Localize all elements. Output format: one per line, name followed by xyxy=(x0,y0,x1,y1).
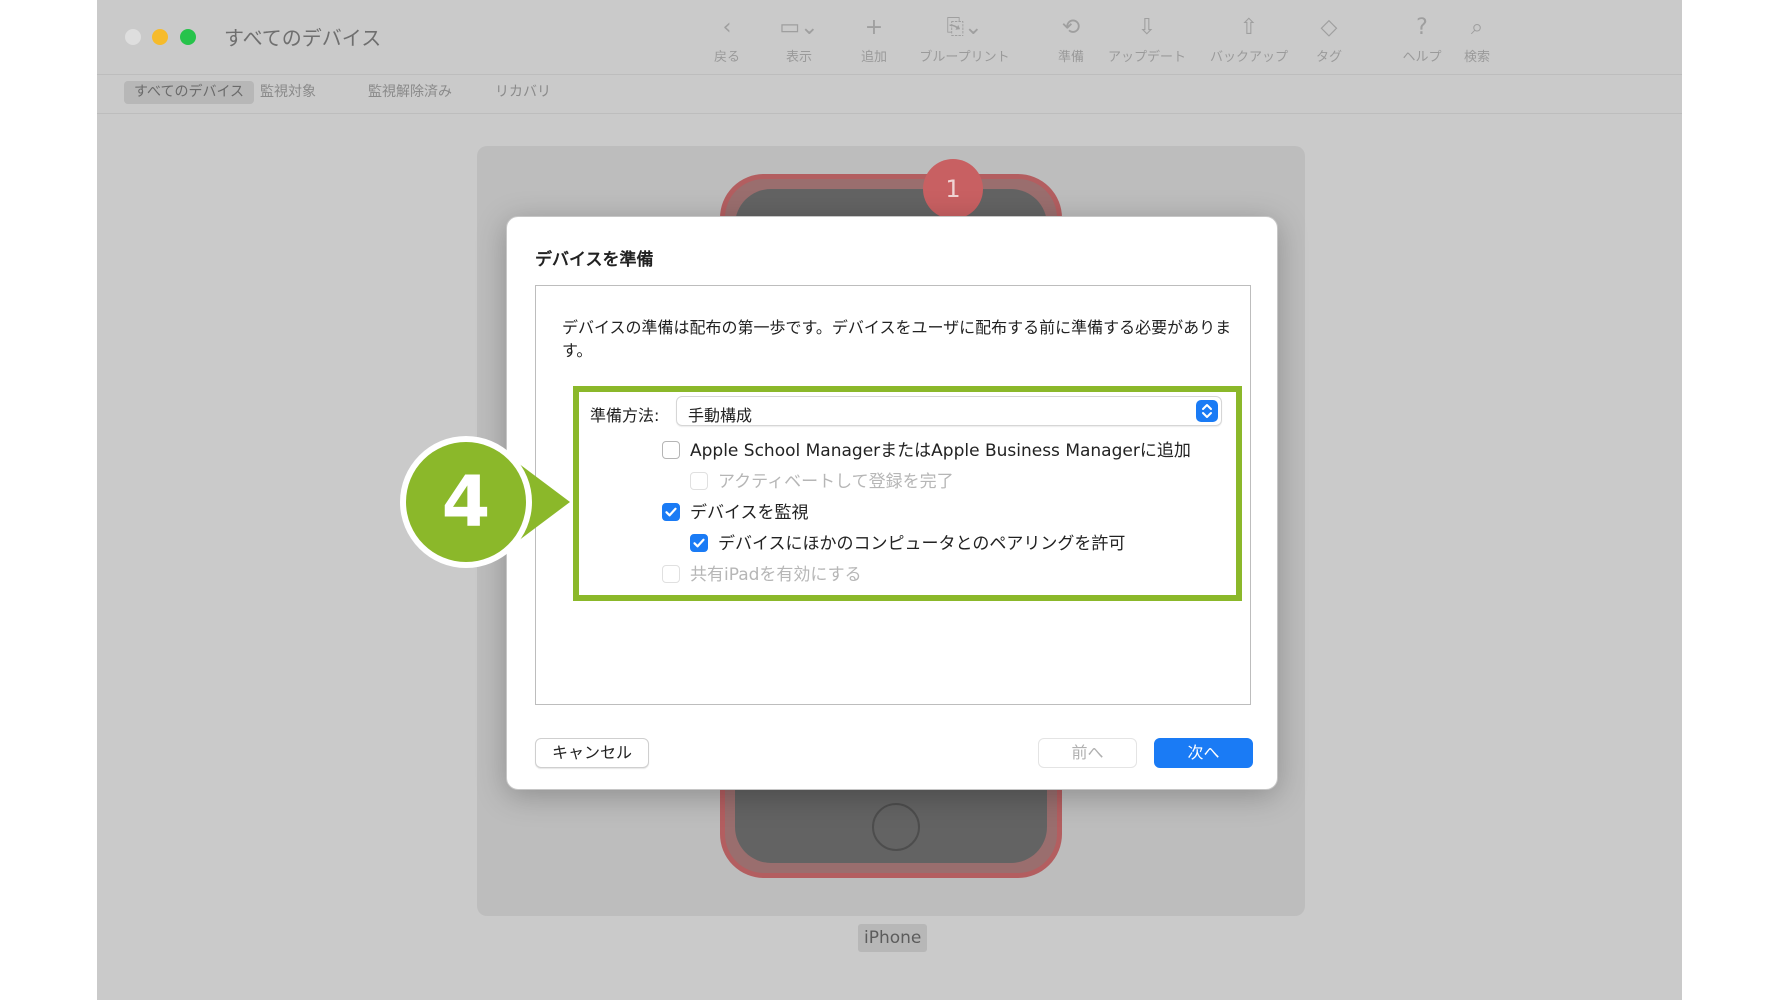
scope-recovery[interactable]: リカバリ xyxy=(485,81,561,104)
close-window-button[interactable] xyxy=(125,29,141,45)
cancel-button[interactable]: キャンセル xyxy=(535,738,649,768)
dialog-content-panel: デバイスの準備は配布の第一歩です。デバイスをユーザに配布する前に準備する必要があ… xyxy=(535,285,1251,705)
device-name-label: iPhone xyxy=(858,924,928,952)
view-icon: ▭⌄ xyxy=(779,15,819,40)
blueprint-icon: ⎘⌄ xyxy=(946,15,983,40)
checkbox xyxy=(662,565,680,583)
toolbar-update-button[interactable]: ⇩ アップデート xyxy=(1102,14,1192,65)
plus-icon: + xyxy=(864,15,884,40)
checkbox-checked[interactable] xyxy=(662,503,680,521)
checkbox xyxy=(690,472,708,490)
checkbox-checked[interactable] xyxy=(690,534,708,552)
prepare-method-label: 準備方法: xyxy=(590,406,660,425)
zoom-window-button[interactable] xyxy=(180,29,196,45)
scope-supervised[interactable]: 監視対象 xyxy=(250,81,326,104)
prepare-icon: ⟲ xyxy=(1061,15,1081,40)
dialog-title: デバイスを準備 xyxy=(535,250,654,270)
previous-button[interactable]: 前へ xyxy=(1038,738,1137,768)
toolbar-blueprint-button[interactable]: ⎘⌄ ブループリント xyxy=(907,14,1022,65)
scope-unsupervised[interactable]: 監視解除済み xyxy=(358,81,462,104)
up-down-chevron-icon xyxy=(1196,400,1218,422)
title-bar: すべてのデバイス ‹ 戻る ▭⌄ 表示 + 追加 ⎘⌄ ブループリント ⟲ 準備… xyxy=(97,0,1682,75)
update-icon: ⇩ xyxy=(1137,15,1157,40)
toolbar-search-button[interactable]: ⌕ 検索 xyxy=(1457,14,1497,65)
step-callout: 4 xyxy=(396,432,570,572)
search-icon: ⌕ xyxy=(1470,15,1484,40)
toolbar-help-button[interactable]: ? ヘルプ xyxy=(1397,14,1447,65)
next-button[interactable]: 次へ xyxy=(1154,738,1253,768)
toolbar-back-button[interactable]: ‹ 戻る xyxy=(707,14,747,65)
chevron-left-icon: ‹ xyxy=(722,15,732,40)
notification-badge: 1 xyxy=(923,159,983,219)
dialog-description: デバイスの準備は配布の第一歩です。デバイスをユーザに配布する前に準備する必要があ… xyxy=(562,318,1232,360)
prepare-method-value: 手動構成 xyxy=(688,406,753,425)
toolbar-prepare-button[interactable]: ⟲ 準備 xyxy=(1051,14,1091,65)
help-icon: ? xyxy=(1416,15,1428,40)
home-button-icon xyxy=(872,803,920,851)
checkbox[interactable] xyxy=(662,441,680,459)
scope-bar: すべてのデバイス 監視対象 監視解除済み リカバリ xyxy=(97,75,1682,114)
backup-icon: ⇧ xyxy=(1239,15,1259,40)
toolbar-tag-button[interactable]: ◇ タグ xyxy=(1309,14,1349,65)
tag-icon: ◇ xyxy=(1320,15,1338,40)
step-number: 4 xyxy=(441,461,491,543)
minimize-window-button[interactable] xyxy=(152,29,168,45)
scope-all-devices[interactable]: すべてのデバイス xyxy=(124,81,255,104)
toolbar-backup-button[interactable]: ⇧ バックアップ xyxy=(1204,14,1294,65)
window-title: すべてのデバイス xyxy=(224,26,382,50)
toolbar-view-button[interactable]: ▭⌄ 表示 xyxy=(774,14,824,65)
prepare-device-dialog: デバイスを準備 デバイスの準備は配布の第一歩です。デバイスをユーザに配布する前に… xyxy=(506,216,1278,790)
toolbar-add-button[interactable]: + 追加 xyxy=(854,14,894,65)
prepare-method-select[interactable]: 手動構成 xyxy=(676,396,1222,426)
